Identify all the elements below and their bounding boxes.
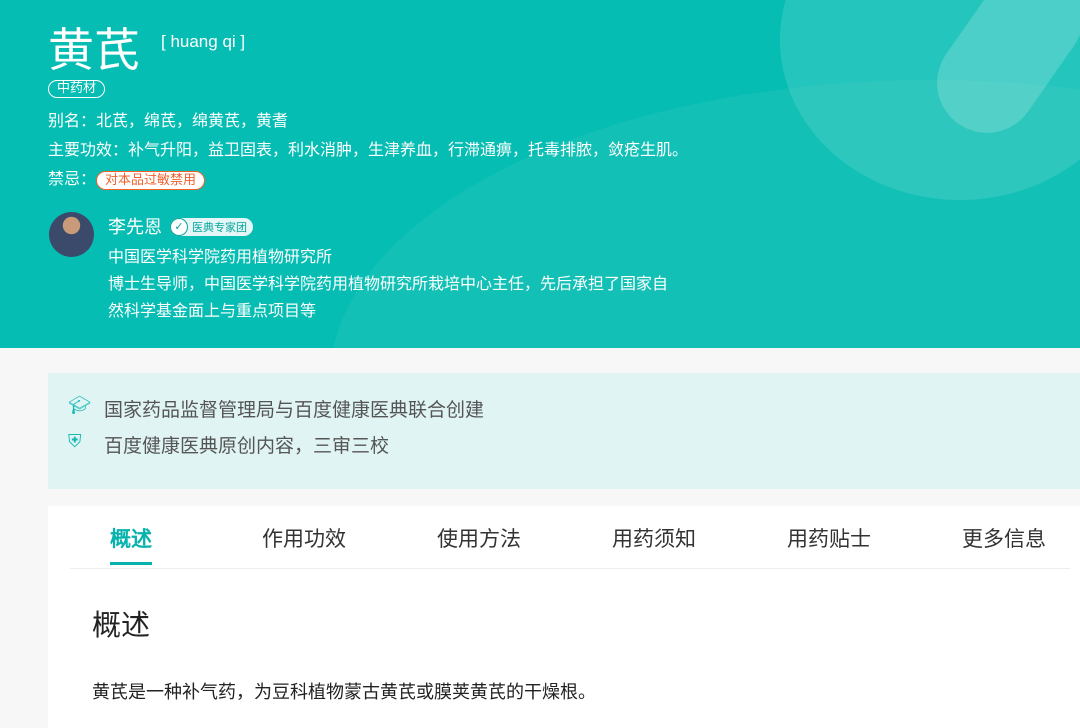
drug-title: 黄芪 xyxy=(48,23,140,77)
tab-overview[interactable]: 概述 xyxy=(110,523,152,565)
shield-plus-icon: ⛨ xyxy=(68,431,82,452)
expert-bio-line2: 然科学基金面上与重点项目等 xyxy=(108,301,317,320)
graduation-cap-icon: 🎓︎ xyxy=(68,395,91,416)
expert-badge-label: 医典专家团 xyxy=(192,221,247,234)
drug-header: 黄芪 [ huang qi ] 中药材 别名：北芪，绵芪，绵黄芪，黄耆 主要功效… xyxy=(0,0,1080,348)
tab-usage[interactable]: 使用方法 xyxy=(437,523,521,553)
content-panel: 概述 作用功效 使用方法 用药须知 用药贴士 更多信息 概述 黄芪是一种补气药，… xyxy=(48,506,1080,728)
contra-row: 禁忌： 对本品过敏禁用 xyxy=(48,165,206,190)
contra-label: 禁忌： xyxy=(48,169,97,188)
drug-pinyin: [ huang qi ] xyxy=(161,32,246,51)
contra-badge: 对本品过敏禁用 xyxy=(96,171,206,190)
category-tag: 中药材 xyxy=(48,80,106,98)
section-heading: 概述 xyxy=(92,608,151,642)
section-text: 黄芪是一种补气药，为豆科植物蒙古黄芪或膜荚黄芪的干燥根。 xyxy=(92,682,596,703)
alias-value: 北芪，绵芪，绵黄芪，黄耆 xyxy=(96,111,289,130)
tab-tips[interactable]: 用药贴士 xyxy=(787,523,871,553)
tab-notes[interactable]: 用药须知 xyxy=(612,523,696,553)
notice-line1: 国家药品监督管理局与百度健康医典联合创建 xyxy=(104,399,485,421)
effect-row: 主要功效：补气升阳，益卫固表，利水消肿，生津养血，行滞通痹，托毒排脓，敛疮生肌。 xyxy=(48,136,688,160)
authority-notice: 🎓︎ 国家药品监督管理局与百度健康医典联合创建 ⛨ 百度健康医典原创内容，三审三… xyxy=(48,373,1080,489)
expert-badge: ✓ 医典专家团 xyxy=(170,218,253,236)
alias-row: 别名：北芪，绵芪，绵黄芪，黄耆 xyxy=(48,107,288,131)
tab-bar: 概述 作用功效 使用方法 用药须知 用药贴士 更多信息 xyxy=(70,506,1070,569)
expert-org: 中国医学科学院药用植物研究所 xyxy=(108,247,333,266)
effect-label: 主要功效： xyxy=(48,140,129,159)
notice-line2: 百度健康医典原创内容，三审三校 xyxy=(104,435,390,457)
tab-effects[interactable]: 作用功效 xyxy=(262,523,346,553)
tab-more[interactable]: 更多信息 xyxy=(962,523,1046,553)
verified-check-icon: ✓ xyxy=(170,218,188,236)
expert-avatar[interactable] xyxy=(49,212,94,257)
expert-bio-line1: 博士生导师，中国医学科学院药用植物研究所栽培中心主任，先后承担了国家自 xyxy=(108,274,669,293)
expert-name-row: 李先恩 ✓ 医典专家团 xyxy=(108,213,253,239)
effect-value: 补气升阳，益卫固表，利水消肿，生津养血，行滞通痹，托毒排脓，敛疮生肌。 xyxy=(128,140,689,159)
alias-label: 别名： xyxy=(48,111,97,130)
expert-name[interactable]: 李先恩 xyxy=(108,217,162,238)
